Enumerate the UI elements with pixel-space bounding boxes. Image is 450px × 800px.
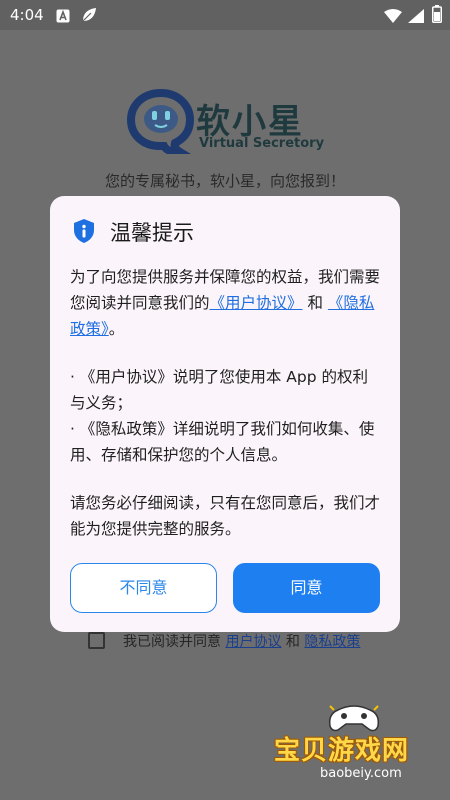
leaf-icon (80, 6, 98, 28)
agree-button[interactable]: 同意 (233, 563, 380, 613)
bullet-user-agreement: · 《用户协议》说明了您使用本 App 的权利与义务； (70, 368, 368, 412)
dialog-body: 为了向您提供服务并保障您的权益，我们需要您阅读并同意我们的《用户协议》 和 《隐… (70, 264, 382, 542)
dialog-intro: 为了向您提供服务并保障您的权益，我们需要您阅读并同意我们的《用户协议》 和 《隐… (70, 264, 382, 342)
a-icon (56, 8, 70, 27)
app-subtitle: Virtual Secretory (199, 136, 325, 151)
app-tagline: 您的专属秘书，软小星，向您报到！ (104, 172, 345, 190)
user-agreement-link[interactable]: 《用户协议》 (210, 294, 303, 312)
disagree-button[interactable]: 不同意 (70, 563, 217, 613)
dialog-title: 温馨提示 (110, 221, 194, 245)
consent-label: 我已阅读并同意 (123, 634, 221, 650)
consent-and: 和 (285, 634, 300, 650)
status-time: 4:04 (10, 6, 44, 24)
consent-privacy-policy-link[interactable]: 隐私政策 (304, 634, 360, 650)
watermark-title: 宝贝游戏网 (274, 736, 410, 766)
wifi-icon (384, 8, 402, 27)
intro-end: 。 (108, 320, 125, 338)
consent-user-agreement-link[interactable]: 用户协议 (225, 634, 281, 650)
watermark-url: baobeiy.com (320, 766, 402, 781)
privacy-dialog: 温馨提示 为了向您提供服务并保障您的权益，我们需要您阅读并同意我们的《用户协议》… (50, 196, 400, 632)
consent-text: 我已阅读并同意 用户协议 和 隐私政策 (123, 631, 360, 651)
shield-info-icon (72, 218, 96, 244)
chat-bubble-face-icon (126, 88, 196, 157)
signal-icon (408, 8, 424, 27)
bullet-privacy-policy: · 《隐私政策》详细说明了我们如何收集、使用、存储和保护您的个人信息。 (70, 420, 375, 464)
watermark: 宝贝游戏网 baobeiy.com (272, 700, 442, 790)
status-bar: 4:04 (0, 0, 450, 30)
consent-checkbox[interactable] (88, 632, 105, 649)
intro-and: 和 (302, 294, 328, 312)
battery-icon (432, 5, 442, 27)
dialog-closing: 请您务必仔细阅读，只有在您同意后，我们才能为您提供完整的服务。 (70, 494, 381, 538)
